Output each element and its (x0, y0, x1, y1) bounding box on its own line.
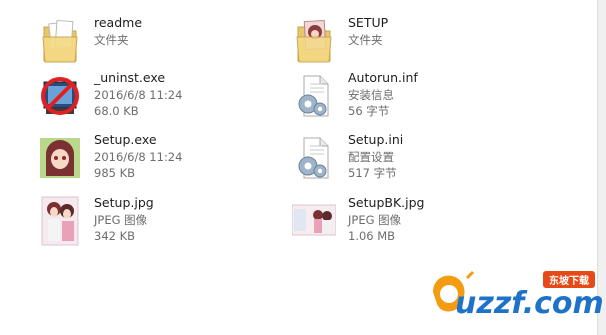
file-item-uninst-exe[interactable]: _uninst.exe 2016/6/8 11:24 68.0 KB (38, 70, 182, 122)
file-size: 56 字节 (348, 104, 390, 118)
uninstall-icon (41, 77, 79, 115)
settings-file-icon (298, 137, 329, 179)
file-date: 2016/6/8 11:24 (94, 87, 183, 102)
file-size: 517 字节 (348, 166, 397, 180)
file-size: 68.0 KB (94, 104, 139, 118)
watermark-text: uzzf.com (455, 286, 604, 321)
file-size: 985 KB (94, 166, 136, 180)
file-type: 文件夹 (348, 32, 383, 47)
file-item-setup-folder[interactable]: SETUP 文件夹 (292, 15, 388, 67)
file-item-setupbk-jpg[interactable]: SetupBK.jpg JPEG 图像 1.06 MB (292, 195, 424, 247)
file-name: Setup.jpg (94, 195, 154, 210)
file-name: SetupBK.jpg (348, 195, 425, 210)
file-name: Autorun.inf (348, 70, 418, 85)
file-size: 1.06 MB (348, 229, 396, 243)
image-thumbnail-icon (41, 196, 79, 246)
file-name: _uninst.exe (94, 70, 166, 85)
file-type: JPEG 图像 (348, 212, 402, 227)
file-name: SETUP (348, 15, 389, 30)
image-thumbnail-wide-icon (292, 204, 336, 236)
file-size: 342 KB (94, 229, 136, 243)
file-item-setup-jpg[interactable]: Setup.jpg JPEG 图像 342 KB (38, 195, 154, 247)
file-item-setup-ini[interactable]: Setup.ini 配置设置 517 字节 (292, 132, 403, 184)
file-type: 安装信息 (348, 87, 394, 102)
file-type: JPEG 图像 (94, 212, 148, 227)
folder-anime-icon (296, 19, 332, 63)
file-date: 2016/6/8 11:24 (94, 149, 183, 164)
file-type: 文件夹 (94, 32, 129, 47)
anime-app-icon (40, 138, 80, 178)
file-item-setup-exe[interactable]: Setup.exe 2016/6/8 11:24 985 KB (38, 132, 182, 184)
file-name: Setup.exe (94, 132, 157, 147)
file-name: readme (94, 15, 143, 30)
folder-docs-icon (42, 19, 78, 63)
file-item-autorun-inf[interactable]: Autorun.inf 安装信息 56 字节 (292, 70, 418, 122)
file-name: Setup.ini (348, 132, 404, 147)
site-watermark: 东坡下载 uzzf.com (425, 262, 604, 334)
file-item-readme[interactable]: readme 文件夹 (38, 15, 142, 67)
file-type: 配置设置 (348, 149, 394, 164)
settings-file-icon (298, 75, 329, 117)
